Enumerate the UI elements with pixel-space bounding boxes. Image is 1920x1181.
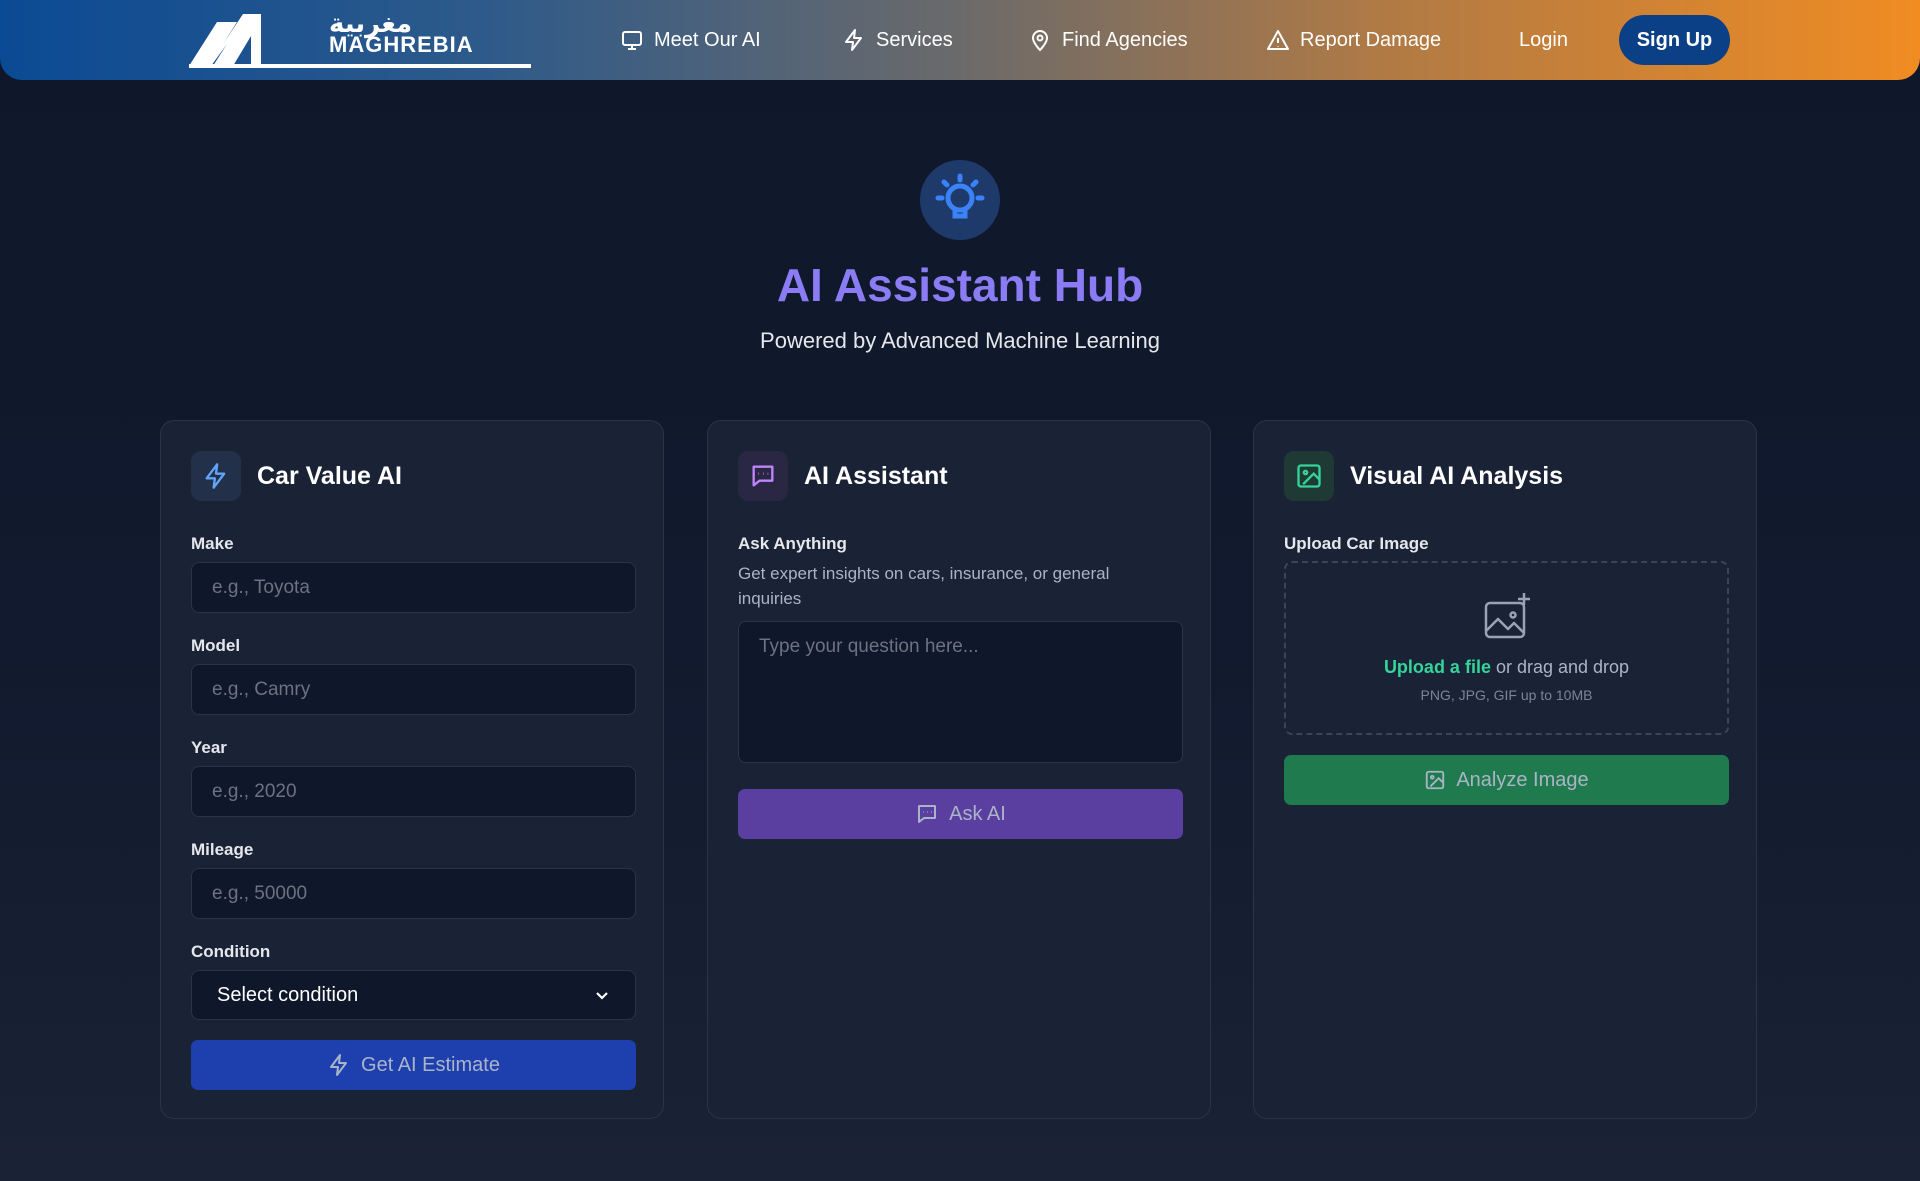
nav-label: Services — [876, 28, 953, 51]
button-label: Get AI Estimate — [361, 1053, 500, 1076]
nav-report-damage[interactable]: Report Damage — [1266, 24, 1441, 56]
dropzone-rest: or drag and drop — [1495, 657, 1630, 677]
make-label: Make — [191, 534, 234, 553]
card-header: AI Assistant — [738, 451, 948, 501]
chat-bubble-icon — [752, 465, 774, 487]
year-input[interactable]: e.g., 2020 — [191, 766, 636, 817]
monitor-icon — [622, 31, 642, 50]
year-label: Year — [191, 738, 227, 757]
card-title: AI Assistant — [804, 461, 948, 490]
logo-mark-icon — [189, 14, 261, 66]
warning-triangle-icon — [1267, 30, 1289, 50]
visual-analysis-card: Visual AI Analysis Upload Car Image Uplo… — [1253, 420, 1757, 1119]
card-header: Car Value AI — [191, 451, 402, 501]
brand-name: MAGHREBIA — [329, 32, 474, 57]
model-input[interactable]: e.g., Camry — [191, 664, 636, 715]
page-subtitle: Powered by Advanced Machine Learning — [760, 328, 1160, 353]
card-icon-badge — [738, 451, 788, 501]
card-icon-badge — [191, 451, 241, 501]
question-textarea[interactable]: Type your question here... — [738, 621, 1183, 763]
mileage-input[interactable]: e.g., 50000 — [191, 868, 636, 919]
signup-button[interactable]: Sign Up — [1619, 15, 1730, 65]
add-image-icon — [1484, 593, 1530, 639]
ai-assistant-card: AI Assistant Ask Anything Get expert ins… — [707, 420, 1211, 1119]
chevron-down-icon — [596, 992, 608, 1000]
card-header: Visual AI Analysis — [1284, 451, 1563, 501]
upload-label: Upload Car Image — [1284, 534, 1429, 553]
page-title: AI Assistant Hub — [776, 259, 1144, 311]
nav-label: Report Damage — [1300, 28, 1442, 51]
ask-hint: Get expert insights on cars, insurance, … — [738, 564, 1110, 608]
brand-logo[interactable]: مغربية MAGHREBIA — [189, 8, 531, 70]
nav-label: Meet Our AI — [654, 28, 761, 51]
hero-icon-badge — [920, 160, 1000, 240]
get-estimate-button[interactable]: Get AI Estimate — [191, 1040, 636, 1090]
image-icon — [1297, 464, 1321, 488]
file-types-note: PNG, JPG, GIF up to 10MB — [1420, 687, 1593, 703]
login-label: Login — [1519, 28, 1568, 51]
upload-file-link[interactable]: Upload a file — [1384, 657, 1491, 677]
ask-ai-button[interactable]: Ask AI — [738, 789, 1183, 839]
condition-value: Select condition — [217, 983, 359, 1006]
logo-underline — [189, 64, 531, 68]
condition-select[interactable]: Select condition — [191, 970, 636, 1020]
dropzone-text: Upload a file or drag and drop — [1286, 657, 1727, 678]
lightning-icon — [845, 29, 862, 51]
card-icon-badge — [1284, 451, 1334, 501]
condition-label: Condition — [191, 942, 271, 961]
image-icon — [1426, 770, 1445, 790]
button-label: Analyze Image — [1456, 768, 1589, 791]
button-label: Ask AI — [949, 802, 1006, 825]
analyze-image-button[interactable]: Analyze Image — [1284, 755, 1729, 805]
navbar: مغربية MAGHREBIA Meet Our AI Services Fi… — [0, 0, 1920, 80]
nav-label: Find Agencies — [1062, 28, 1188, 51]
car-value-card: Car Value AI Make e.g., Toyota Model e.g… — [160, 420, 664, 1119]
image-dropzone[interactable]: Upload a file or drag and drop PNG, JPG,… — [1284, 561, 1729, 735]
mileage-label: Mileage — [191, 840, 254, 859]
nav-services[interactable]: Services — [842, 24, 953, 56]
location-pin-icon — [1031, 30, 1049, 52]
model-label: Model — [191, 636, 241, 655]
lightbulb-icon — [935, 173, 985, 219]
card-title: Car Value AI — [257, 461, 402, 490]
make-input[interactable]: e.g., Toyota — [191, 562, 636, 613]
chat-bubble-icon — [918, 805, 937, 823]
ask-label: Ask Anything — [738, 534, 847, 553]
nav-login[interactable]: Login — [1519, 24, 1568, 56]
lightning-icon — [330, 1054, 348, 1076]
card-title: Visual AI Analysis — [1350, 461, 1564, 490]
nav-find-agencies[interactable]: Find Agencies — [1028, 24, 1188, 56]
lightning-icon — [205, 463, 226, 489]
nav-meet-our-ai[interactable]: Meet Our AI — [620, 24, 761, 56]
